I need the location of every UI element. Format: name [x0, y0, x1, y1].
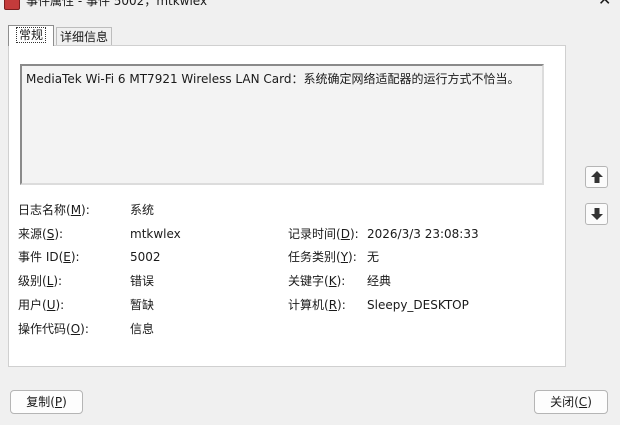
- event-id-value: 5002: [130, 250, 161, 264]
- level-value: 错误: [130, 274, 155, 288]
- close-button[interactable]: 关闭(C): [534, 390, 608, 414]
- previous-event-button[interactable]: [585, 166, 608, 188]
- task-category-value: 无: [367, 250, 380, 264]
- event-viewer-icon: [4, 0, 20, 10]
- log-name-label: 日志名称(M):: [18, 203, 90, 217]
- opcode-label: 操作代码(O):: [18, 322, 89, 336]
- arrow-down-icon: [591, 208, 603, 220]
- logged-value: 2026/3/3 23:08:33: [367, 227, 479, 241]
- log-name-value: 系统: [130, 203, 155, 217]
- title-bar: 事件属性 - 事件 5002，mtkwlex ✕: [0, 0, 620, 10]
- next-event-button[interactable]: [585, 203, 608, 225]
- event-description[interactable]: MediaTek Wi-Fi 6 MT7921 Wireless LAN Car…: [20, 64, 544, 185]
- copy-button[interactable]: 复制(P): [10, 390, 83, 414]
- tab-details[interactable]: 详细信息: [56, 27, 112, 45]
- close-window-icon[interactable]: ✕: [598, 0, 611, 8]
- tab-general[interactable]: 常规: [8, 25, 54, 46]
- opcode-value: 信息: [130, 322, 155, 336]
- window-title: 事件属性 - 事件 5002，mtkwlex: [26, 0, 208, 8]
- event-id-label: 事件 ID(E):: [18, 250, 80, 264]
- user-value: 暂缺: [130, 298, 155, 312]
- computer-value: Sleepy_DESKTOP: [367, 298, 469, 312]
- logged-label: 记录时间(D):: [288, 227, 359, 241]
- keywords-value: 经典: [367, 274, 392, 288]
- source-label: 来源(S):: [18, 227, 64, 241]
- source-value: mtkwlex: [130, 227, 181, 241]
- computer-label: 计算机(R):: [288, 298, 346, 312]
- user-label: 用户(U):: [18, 298, 65, 312]
- tab-general-label: 常规: [15, 27, 46, 43]
- task-category-label: 任务类别(Y):: [288, 250, 357, 264]
- keywords-label: 关键字(K):: [288, 274, 346, 288]
- arrow-up-icon: [591, 171, 603, 183]
- level-label: 级别(L):: [18, 274, 63, 288]
